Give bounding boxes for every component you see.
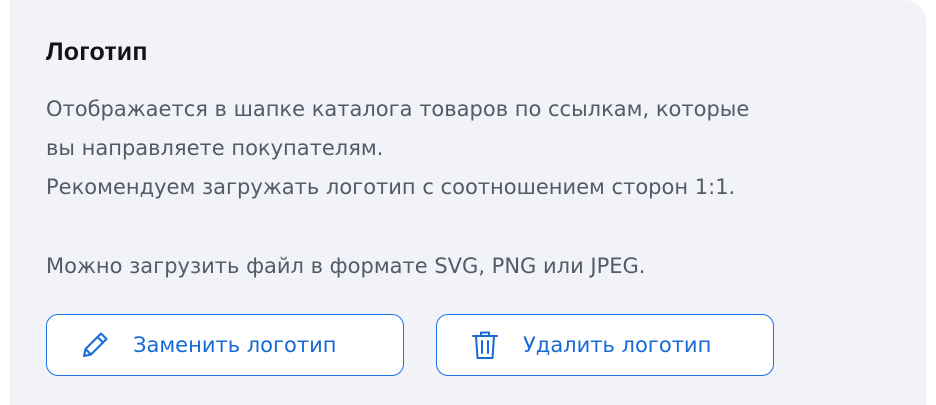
delete-logo-button[interactable]: Удалить логотип [436,314,774,376]
section-description: Отображается в шапке каталога товаров по… [46,90,886,207]
replace-logo-label: Заменить логотип [133,333,337,357]
description-line: Отображается в шапке каталога товаров по… [46,97,750,121]
replace-logo-button[interactable]: Заменить логотип [46,314,404,376]
section-title: Логотип [46,38,148,66]
description-line: вы направляете покупателям. [46,136,384,160]
delete-logo-label: Удалить логотип [523,333,712,357]
trash-icon [467,327,503,363]
description-line: Рекомендуем загружать логотип с соотноше… [46,175,736,199]
logo-settings-card: Логотип Отображается в шапке каталога то… [10,0,926,405]
file-formats-hint: Можно загрузить файл в формате SVG, PNG … [46,254,646,278]
pencil-icon [77,327,113,363]
